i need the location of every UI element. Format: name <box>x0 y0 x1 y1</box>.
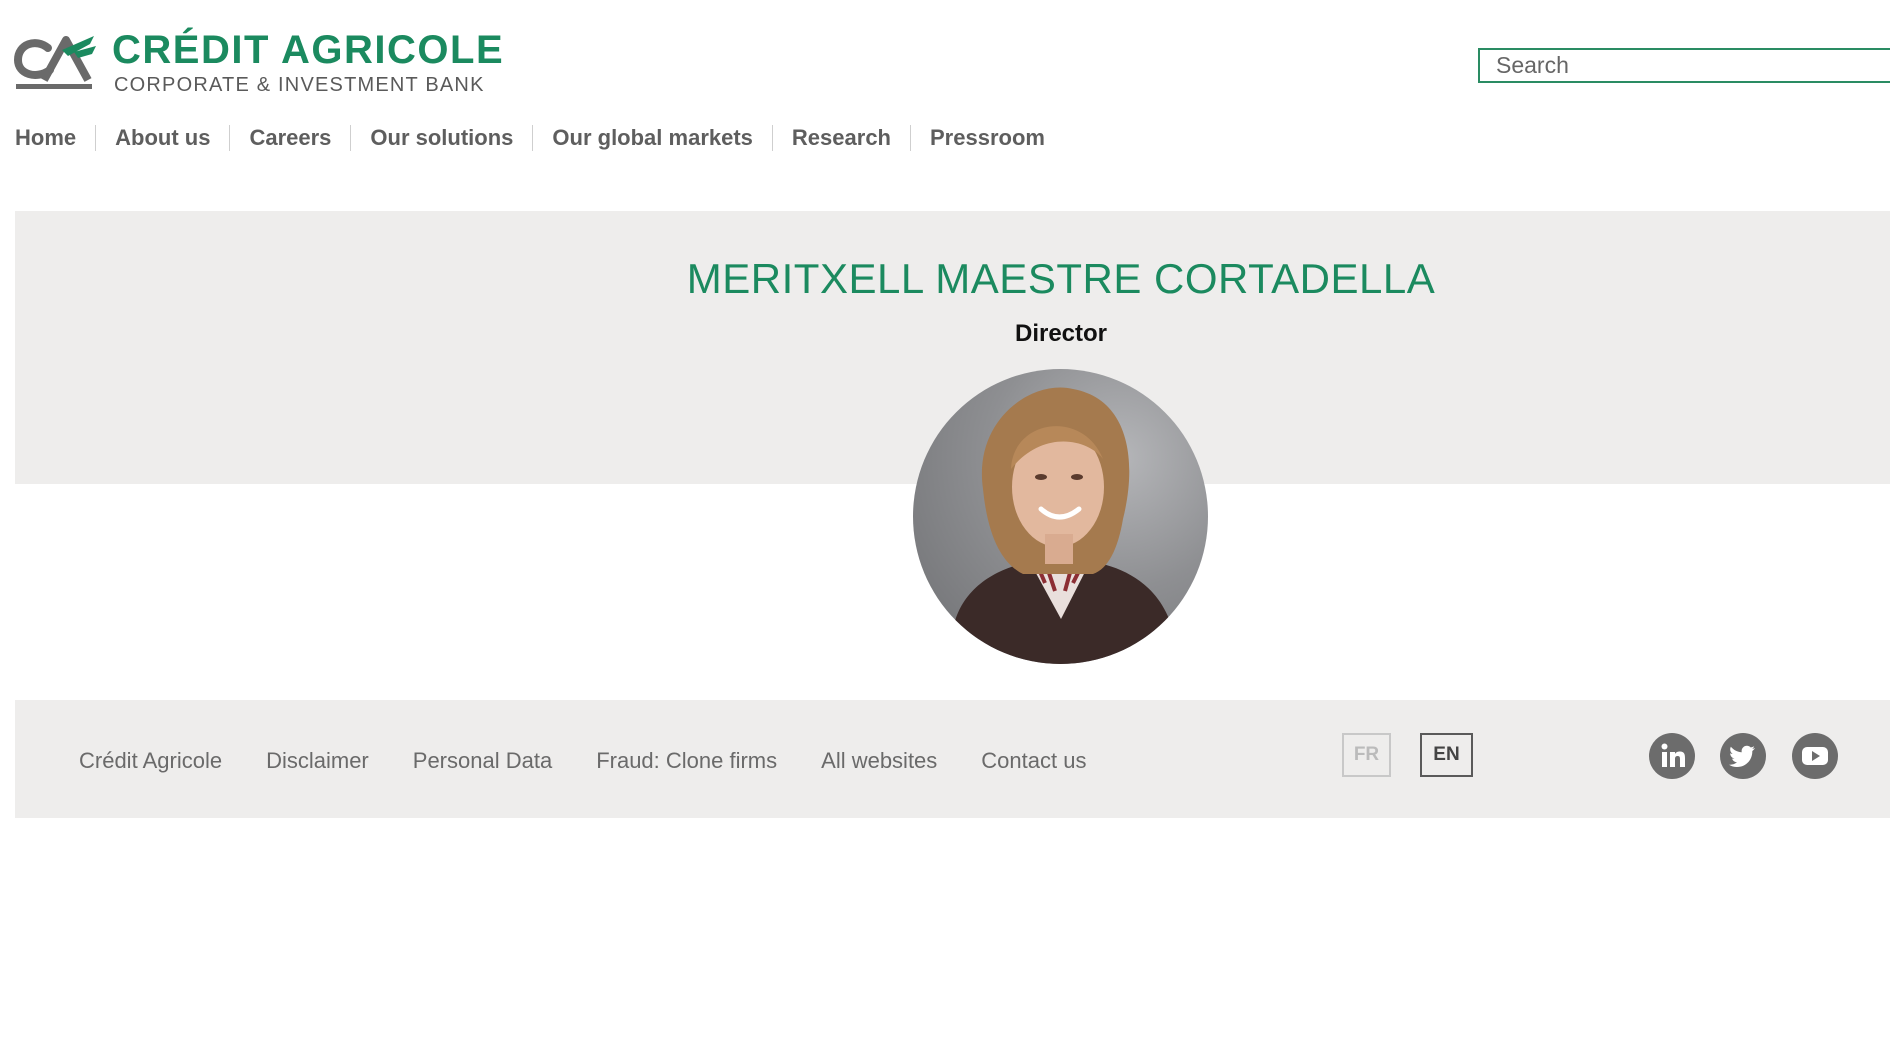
main-nav: Home About us Careers Our solutions Our … <box>15 125 1064 151</box>
portrait-illustration <box>943 387 1175 664</box>
nav-item-our-solutions[interactable]: Our solutions <box>350 125 532 151</box>
footer-link-all-websites[interactable]: All websites <box>821 748 937 774</box>
profile-photo <box>913 369 1208 664</box>
credit-agricole-logo[interactable]: CRÉDIT AGRICOLE CORPORATE & INVESTMENT B… <box>14 28 534 98</box>
twitter-icon[interactable] <box>1720 733 1766 779</box>
footer-link-contact-us[interactable]: Contact us <box>981 748 1086 774</box>
linkedin-icon[interactable] <box>1649 733 1695 779</box>
ca-monogram-icon <box>14 36 96 89</box>
footer-link-disclaimer[interactable]: Disclaimer <box>266 748 369 774</box>
language-fr-button[interactable]: FR <box>1342 733 1391 777</box>
nav-item-home[interactable]: Home <box>15 125 95 151</box>
brand-tagline: CORPORATE & INVESTMENT BANK <box>114 74 485 96</box>
profile-role: Director <box>1014 320 1108 347</box>
language-en-button[interactable]: EN <box>1420 733 1473 777</box>
youtube-icon[interactable] <box>1792 733 1838 779</box>
footer-link-fraud-clone-firms[interactable]: Fraud: Clone firms <box>596 748 777 774</box>
footer-links: Crédit Agricole Disclaimer Personal Data… <box>79 748 1130 774</box>
search-input[interactable] <box>1478 48 1890 83</box>
nav-item-about-us[interactable]: About us <box>95 125 229 151</box>
profile-name: MERITXELL MAESTRE CORTADELLA <box>686 255 1436 302</box>
nav-item-research[interactable]: Research <box>771 125 910 151</box>
nav-item-careers[interactable]: Careers <box>229 125 350 151</box>
footer-bar: Crédit Agricole Disclaimer Personal Data… <box>15 700 1890 818</box>
footer-link-personal-data[interactable]: Personal Data <box>413 748 552 774</box>
nav-item-global-markets[interactable]: Our global markets <box>532 125 772 151</box>
footer-link-credit-agricole[interactable]: Crédit Agricole <box>79 748 222 774</box>
brand-name: CRÉDIT AGRICOLE <box>112 28 505 72</box>
nav-item-pressroom[interactable]: Pressroom <box>910 125 1064 151</box>
